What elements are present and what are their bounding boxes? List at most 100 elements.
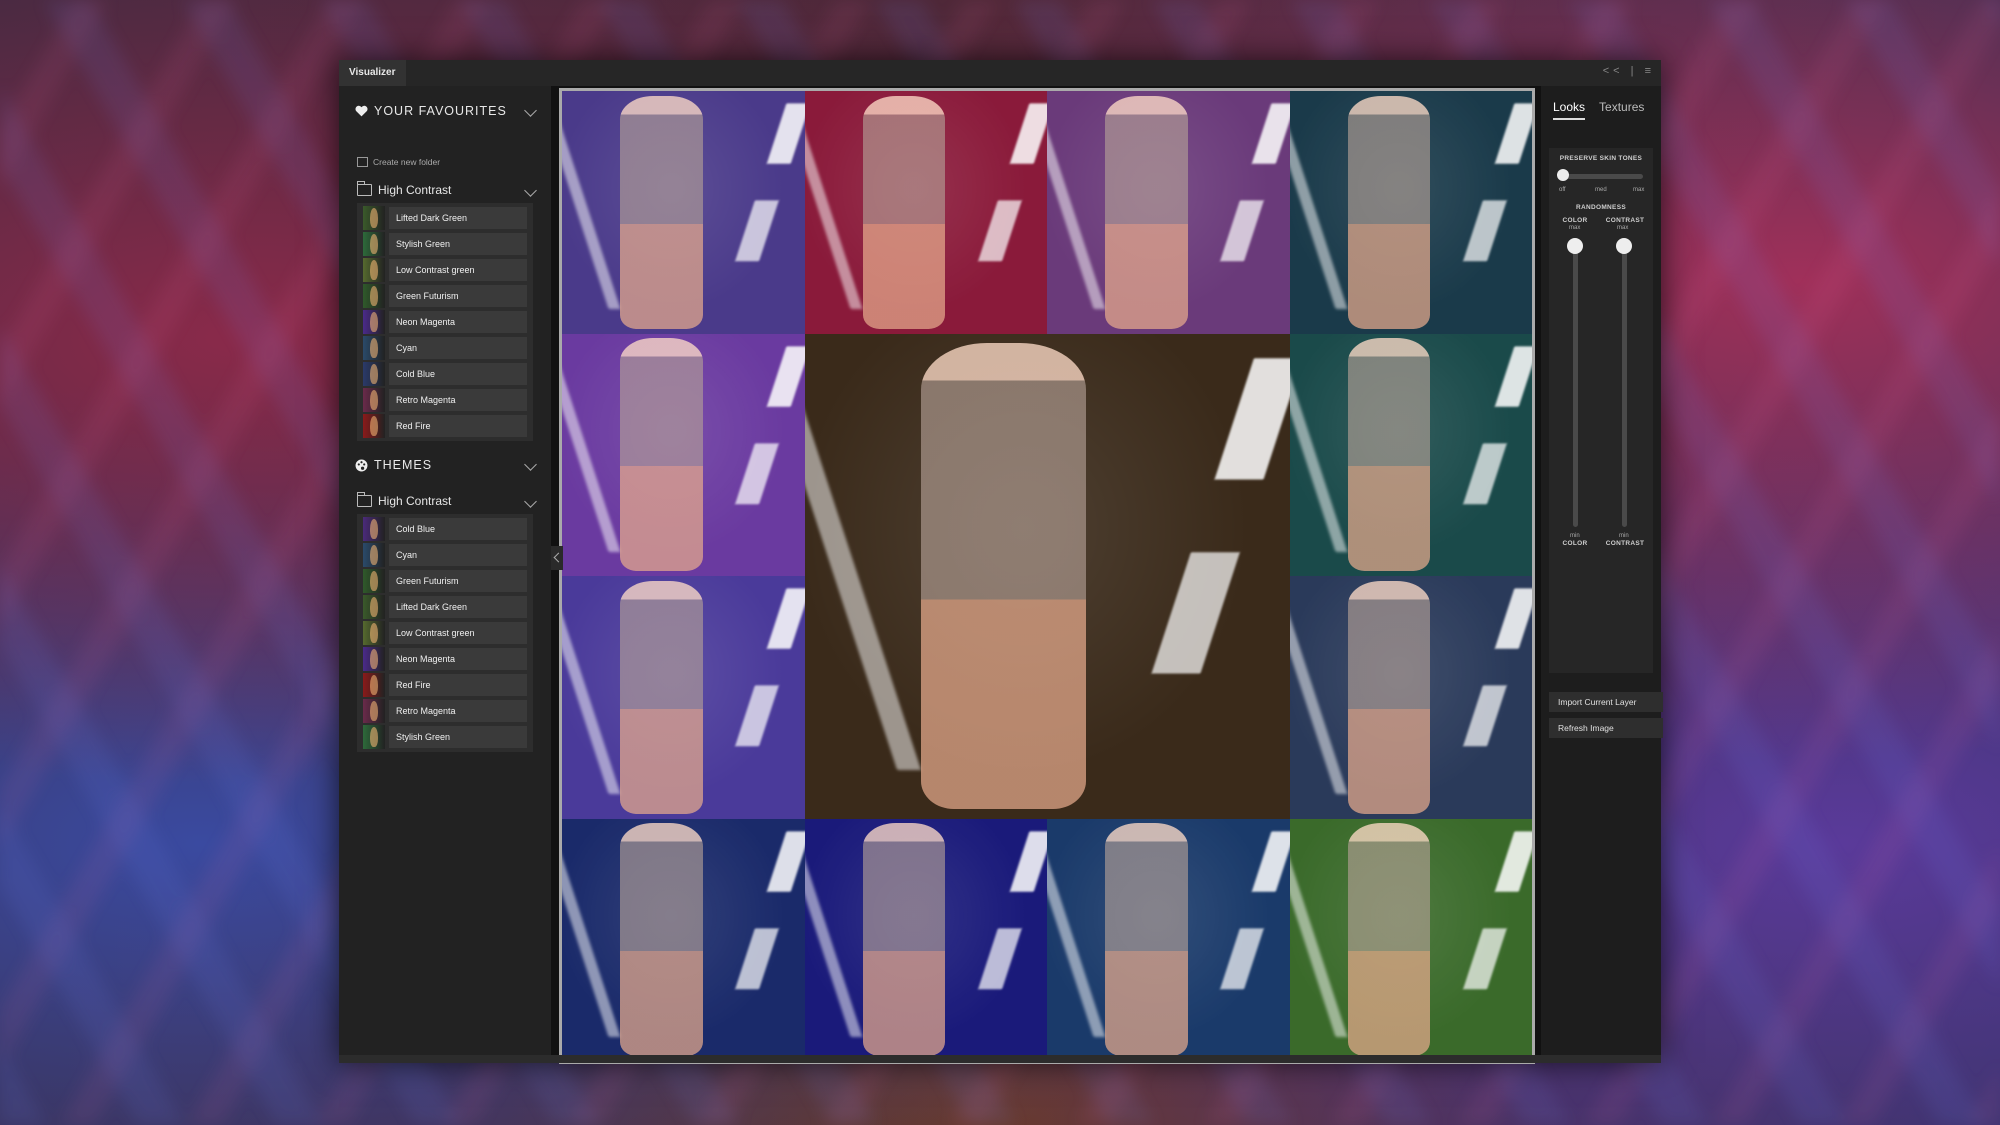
neon-light [1196,91,1290,334]
variant-thumbnail[interactable] [1047,91,1290,334]
preset-thumbnail [363,414,385,438]
themes-preset-item[interactable]: Retro Magenta [357,698,533,724]
preset-label: Green Futurism [389,285,527,307]
color-randomness-slider[interactable] [1567,238,1583,254]
themes-preset-item[interactable]: Low Contrast green [357,620,533,646]
chevron-down-icon[interactable] [524,495,537,508]
preset-label: Retro Magenta [389,389,527,411]
figure-silhouette [1347,338,1431,572]
preset-label: Lifted Dark Green [389,596,527,618]
preset-label: Retro Magenta [389,700,527,722]
variant-thumbnail[interactable] [1289,333,1532,576]
neon-light [1439,333,1532,576]
favourites-preset-item[interactable]: Retro Magenta [357,387,533,413]
themes-header[interactable]: THEMES [355,454,537,476]
preserve-skin-tones-slider[interactable] [1557,169,1569,181]
preset-label: Stylish Green [389,233,527,255]
contrast-randomness-track[interactable] [1622,244,1627,527]
figure-silhouette [1347,823,1431,1057]
variant-thumbnail[interactable] [562,576,805,819]
themes-preset-item[interactable]: Lifted Dark Green [357,594,533,620]
color-min-label: min [1570,533,1580,539]
variant-thumbnail[interactable] [804,818,1047,1061]
themes-preset-item[interactable]: Cold Blue [357,516,533,542]
favourites-list: Lifted Dark Green Stylish Green Low Contra… [357,203,533,441]
neon-light [711,818,805,1061]
figure-silhouette [862,823,946,1057]
preserve-skin-tones-label: PRESERVE SKIN TONES [1559,155,1643,162]
preset-label: Red Fire [389,674,527,696]
neon-light [562,600,621,795]
contrast-randomness-slider[interactable] [1616,238,1632,254]
folder-label: High Contrast [378,183,452,197]
neon-light [1289,115,1348,310]
variant-thumbnail[interactable] [1047,818,1290,1061]
window-controls[interactable]: << | ≡ [1603,65,1655,77]
preserve-skin-tones-track[interactable] [1559,174,1643,179]
chevron-down-icon[interactable] [524,184,537,197]
create-new-folder-button[interactable]: Create new folder [357,157,440,167]
preset-label: Cyan [389,337,527,359]
variant-thumbnail[interactable] [562,333,805,576]
themes-preset-item[interactable]: Cyan [357,542,533,568]
neon-light [711,576,805,819]
favourites-preset-item[interactable]: Low Contrast green [357,257,533,283]
preset-label: Stylish Green [389,726,527,748]
import-current-layer-button[interactable]: Import Current Layer [1549,692,1663,712]
window-title: Visualizer [339,60,406,86]
favourites-preset-item[interactable]: Neon Magenta [357,309,533,335]
favourites-header[interactable]: YOUR FAVOURITES [355,100,537,122]
themes-preset-item[interactable]: Red Fire [357,672,533,698]
folder-icon [357,492,372,507]
refresh-image-button[interactable]: Refresh Image [1549,718,1663,738]
neon-light [954,818,1047,1061]
variant-thumbnail[interactable] [1289,91,1532,334]
variant-thumbnail[interactable] [1289,818,1532,1061]
themes-preset-item[interactable]: Stylish Green [357,724,533,750]
mark-off: off [1559,187,1566,193]
preset-thumbnail [363,258,385,282]
variant-thumbnail[interactable] [1289,576,1532,819]
collapse-panel-handle[interactable] [551,546,564,570]
favourites-preset-item[interactable]: Stylish Green [357,231,533,257]
neon-light [1439,91,1532,334]
favourites-preset-item[interactable]: Cold Blue [357,361,533,387]
preset-label: Neon Magenta [389,648,527,670]
heart-icon [355,105,368,117]
neon-light [804,382,921,770]
tab-looks[interactable]: Looks [1553,100,1586,120]
chevron-down-icon[interactable] [524,458,537,471]
favourites-preset-item[interactable]: Cyan [357,335,533,361]
preset-thumbnail [363,362,385,386]
chevron-down-icon[interactable] [524,104,537,117]
neon-light [1439,576,1532,819]
variant-thumbnail[interactable] [562,818,805,1061]
tab-bar: Looks Textures [1553,100,1655,120]
preset-thumbnail [363,673,385,697]
preset-thumbnail [363,569,385,593]
color-top-label: COLOR [1562,217,1588,224]
favourites-preset-item[interactable]: Red Fire [357,413,533,439]
preset-label: Neon Magenta [389,311,527,333]
preset-thumbnail [363,517,385,541]
preset-thumbnail [363,310,385,334]
favourites-folder-high-contrast[interactable]: High Contrast [357,180,537,200]
variant-thumbnail[interactable] [562,91,805,334]
favourites-preset-item[interactable]: Lifted Dark Green [357,205,533,231]
neon-light [804,115,863,310]
new-folder-icon [357,157,368,167]
contrast-max-label: max [1617,225,1629,231]
themes-preset-item[interactable]: Green Futurism [357,568,533,594]
figure-silhouette [620,338,703,572]
main-preview-image[interactable] [804,333,1290,819]
color-randomness-track[interactable] [1573,244,1578,527]
themes-preset-item[interactable]: Neon Magenta [357,646,533,672]
neon-light [562,357,621,552]
favourites-preset-item[interactable]: Green Futurism [357,283,533,309]
status-bar [339,1055,1661,1063]
chevron-left-icon [553,552,564,563]
themes-folder-high-contrast[interactable]: High Contrast [357,491,537,511]
variant-thumbnail[interactable] [804,91,1047,334]
tab-textures[interactable]: Textures [1599,100,1644,120]
preset-thumbnail [363,595,385,619]
